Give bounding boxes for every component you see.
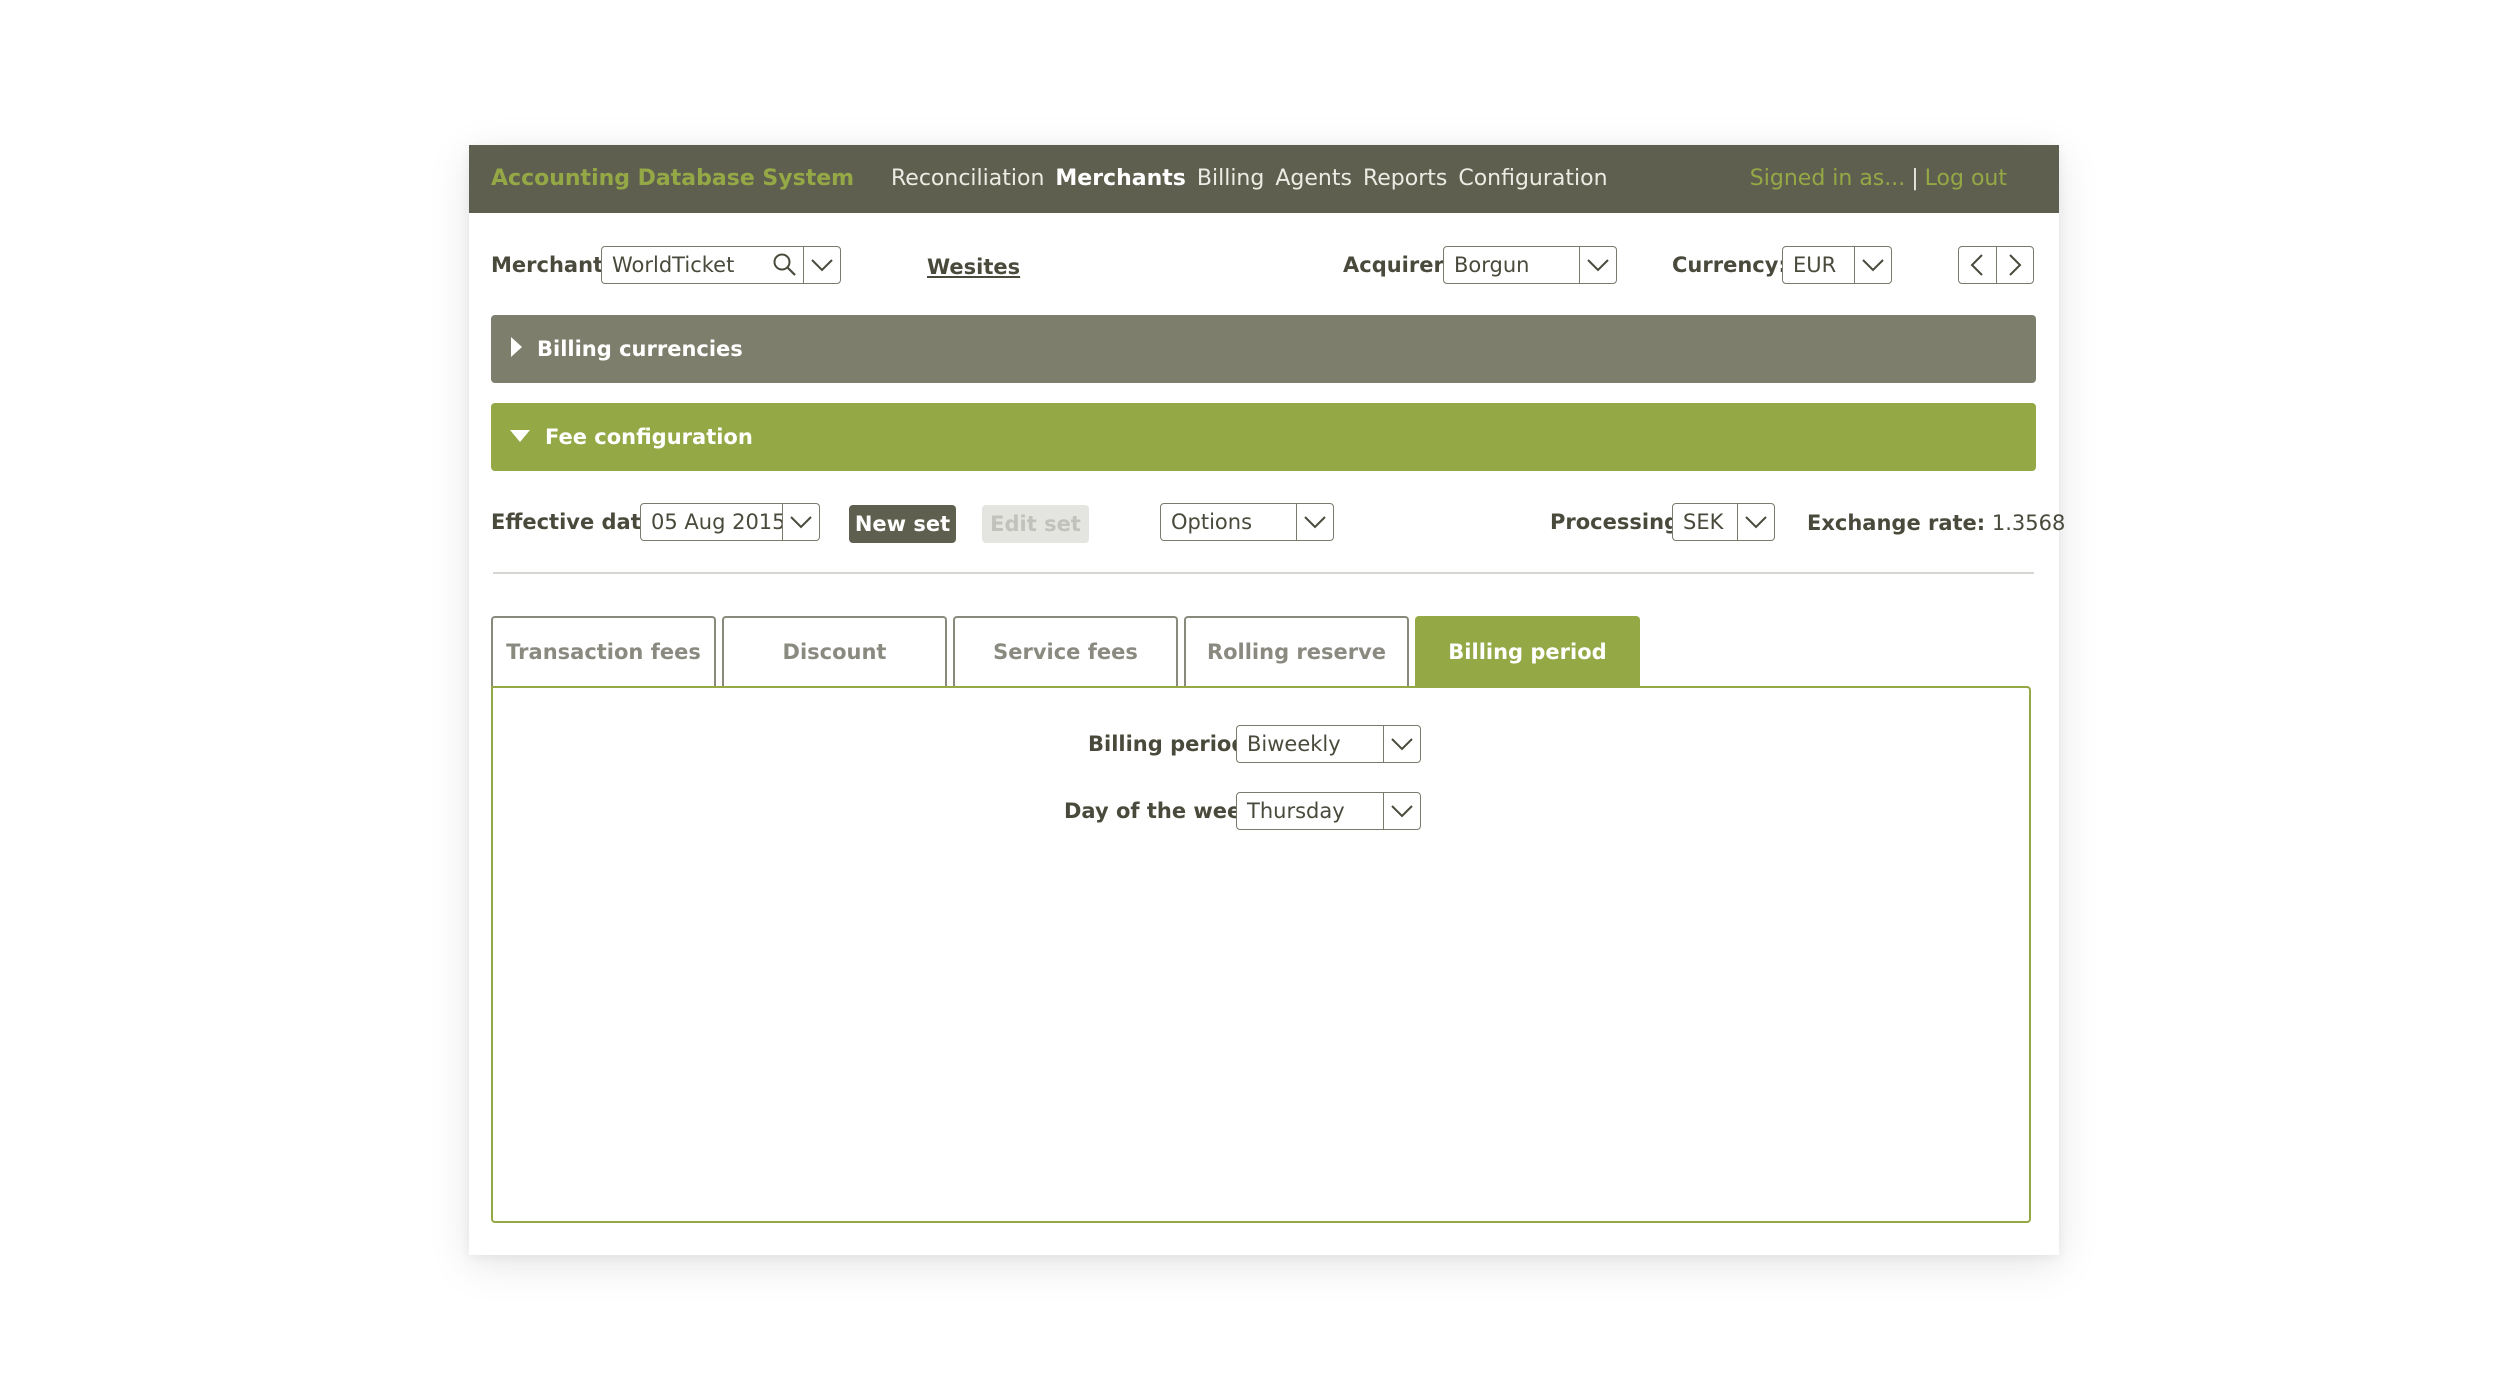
- chevron-down-icon[interactable]: [1738, 504, 1774, 540]
- nav-reconciliation[interactable]: Reconciliation: [891, 166, 1044, 191]
- websites-link[interactable]: Wesites: [927, 255, 1020, 279]
- billing-period-value[interactable]: Biweekly: [1237, 732, 1383, 756]
- billing-currencies-panel[interactable]: Billing currencies: [491, 315, 2036, 383]
- fee-configuration-title: Fee configuration: [545, 425, 753, 449]
- billing-period-content: Billing period: Biweekly Day of the week…: [491, 686, 2031, 1223]
- exchange-rate: Exchange rate: 1.3568: [1807, 511, 2065, 535]
- chevron-down-icon[interactable]: [804, 247, 840, 283]
- tab-billing-period[interactable]: Billing period: [1415, 616, 1640, 686]
- billing-currencies-title: Billing currencies: [537, 337, 743, 361]
- exchange-rate-value: 1.3568: [1991, 511, 2066, 535]
- chevron-down-icon[interactable]: [1297, 504, 1333, 540]
- user-area: Signed in as... | Log out: [1750, 166, 2007, 191]
- search-icon[interactable]: [767, 247, 803, 283]
- effective-date-value[interactable]: 05 Aug 2015: [641, 510, 782, 534]
- fee-configuration-panel[interactable]: Fee configuration: [491, 403, 2036, 471]
- nav-configuration[interactable]: Configuration: [1458, 166, 1607, 191]
- top-nav-bar: Accounting Database System Reconciliatio…: [469, 145, 2059, 213]
- acquirer-label: Acquirer:: [1343, 253, 1453, 277]
- currency-value[interactable]: EUR: [1783, 253, 1854, 277]
- processing-select[interactable]: SEK: [1672, 503, 1775, 541]
- next-arrow-icon[interactable]: [1997, 247, 2034, 283]
- merchant-value[interactable]: WorldTicket: [602, 253, 767, 277]
- day-of-week-value[interactable]: Thursday: [1237, 799, 1383, 823]
- nav-reports[interactable]: Reports: [1363, 166, 1447, 191]
- nav-merchants[interactable]: Merchants: [1055, 166, 1186, 191]
- acquirer-select[interactable]: Borgun: [1443, 246, 1617, 284]
- app-title: Accounting Database System: [491, 166, 855, 191]
- caret-right-icon: [509, 336, 523, 362]
- tab-discount[interactable]: Discount: [722, 616, 947, 686]
- user-separator: |: [1911, 166, 1919, 191]
- tab-rolling-reserve[interactable]: Rolling reserve: [1184, 616, 1409, 686]
- tab-transaction-fees[interactable]: Transaction fees: [491, 616, 716, 686]
- billing-period-select[interactable]: Biweekly: [1236, 725, 1421, 763]
- new-set-button[interactable]: New set: [849, 505, 956, 543]
- effective-date-select[interactable]: 05 Aug 2015: [640, 503, 820, 541]
- nav-agents[interactable]: Agents: [1275, 166, 1352, 191]
- merchant-label: Merchant:: [491, 253, 612, 277]
- edit-set-button: Edit set: [982, 505, 1089, 543]
- chevron-down-icon[interactable]: [1384, 726, 1420, 762]
- prev-arrow-icon[interactable]: [1959, 247, 1997, 283]
- options-select[interactable]: Options: [1160, 503, 1334, 541]
- merchant-select[interactable]: WorldTicket: [601, 246, 841, 284]
- day-of-week-select[interactable]: Thursday: [1236, 792, 1421, 830]
- pager-buttons: [1958, 246, 2034, 284]
- chevron-down-icon[interactable]: [1384, 793, 1420, 829]
- options-value[interactable]: Options: [1161, 510, 1296, 534]
- caret-down-icon: [509, 428, 531, 447]
- main-nav: Reconciliation Merchants Billing Agents …: [891, 166, 1608, 191]
- chevron-down-icon[interactable]: [1580, 247, 1616, 283]
- effective-date-label: Effective date:: [491, 510, 664, 534]
- section-divider: [493, 572, 2034, 574]
- signed-in-text: Signed in as...: [1749, 166, 1906, 191]
- currency-select[interactable]: EUR: [1782, 246, 1892, 284]
- currency-label: Currency:: [1672, 253, 1787, 277]
- acquirer-value[interactable]: Borgun: [1444, 253, 1579, 277]
- chevron-down-icon[interactable]: [783, 504, 819, 540]
- logout-link[interactable]: Log out: [1925, 166, 2007, 191]
- billing-period-label: Billing period:: [1088, 732, 1255, 756]
- day-of-week-label: Day of the week:: [1064, 799, 1264, 823]
- processing-label: Processing:: [1550, 510, 1688, 534]
- chevron-down-icon[interactable]: [1855, 247, 1891, 283]
- app-window: Accounting Database System Reconciliatio…: [469, 145, 2065, 1255]
- processing-value[interactable]: SEK: [1673, 510, 1737, 534]
- nav-billing[interactable]: Billing: [1197, 166, 1264, 191]
- exchange-rate-label: Exchange rate:: [1807, 511, 1986, 535]
- tab-service-fees[interactable]: Service fees: [953, 616, 1178, 686]
